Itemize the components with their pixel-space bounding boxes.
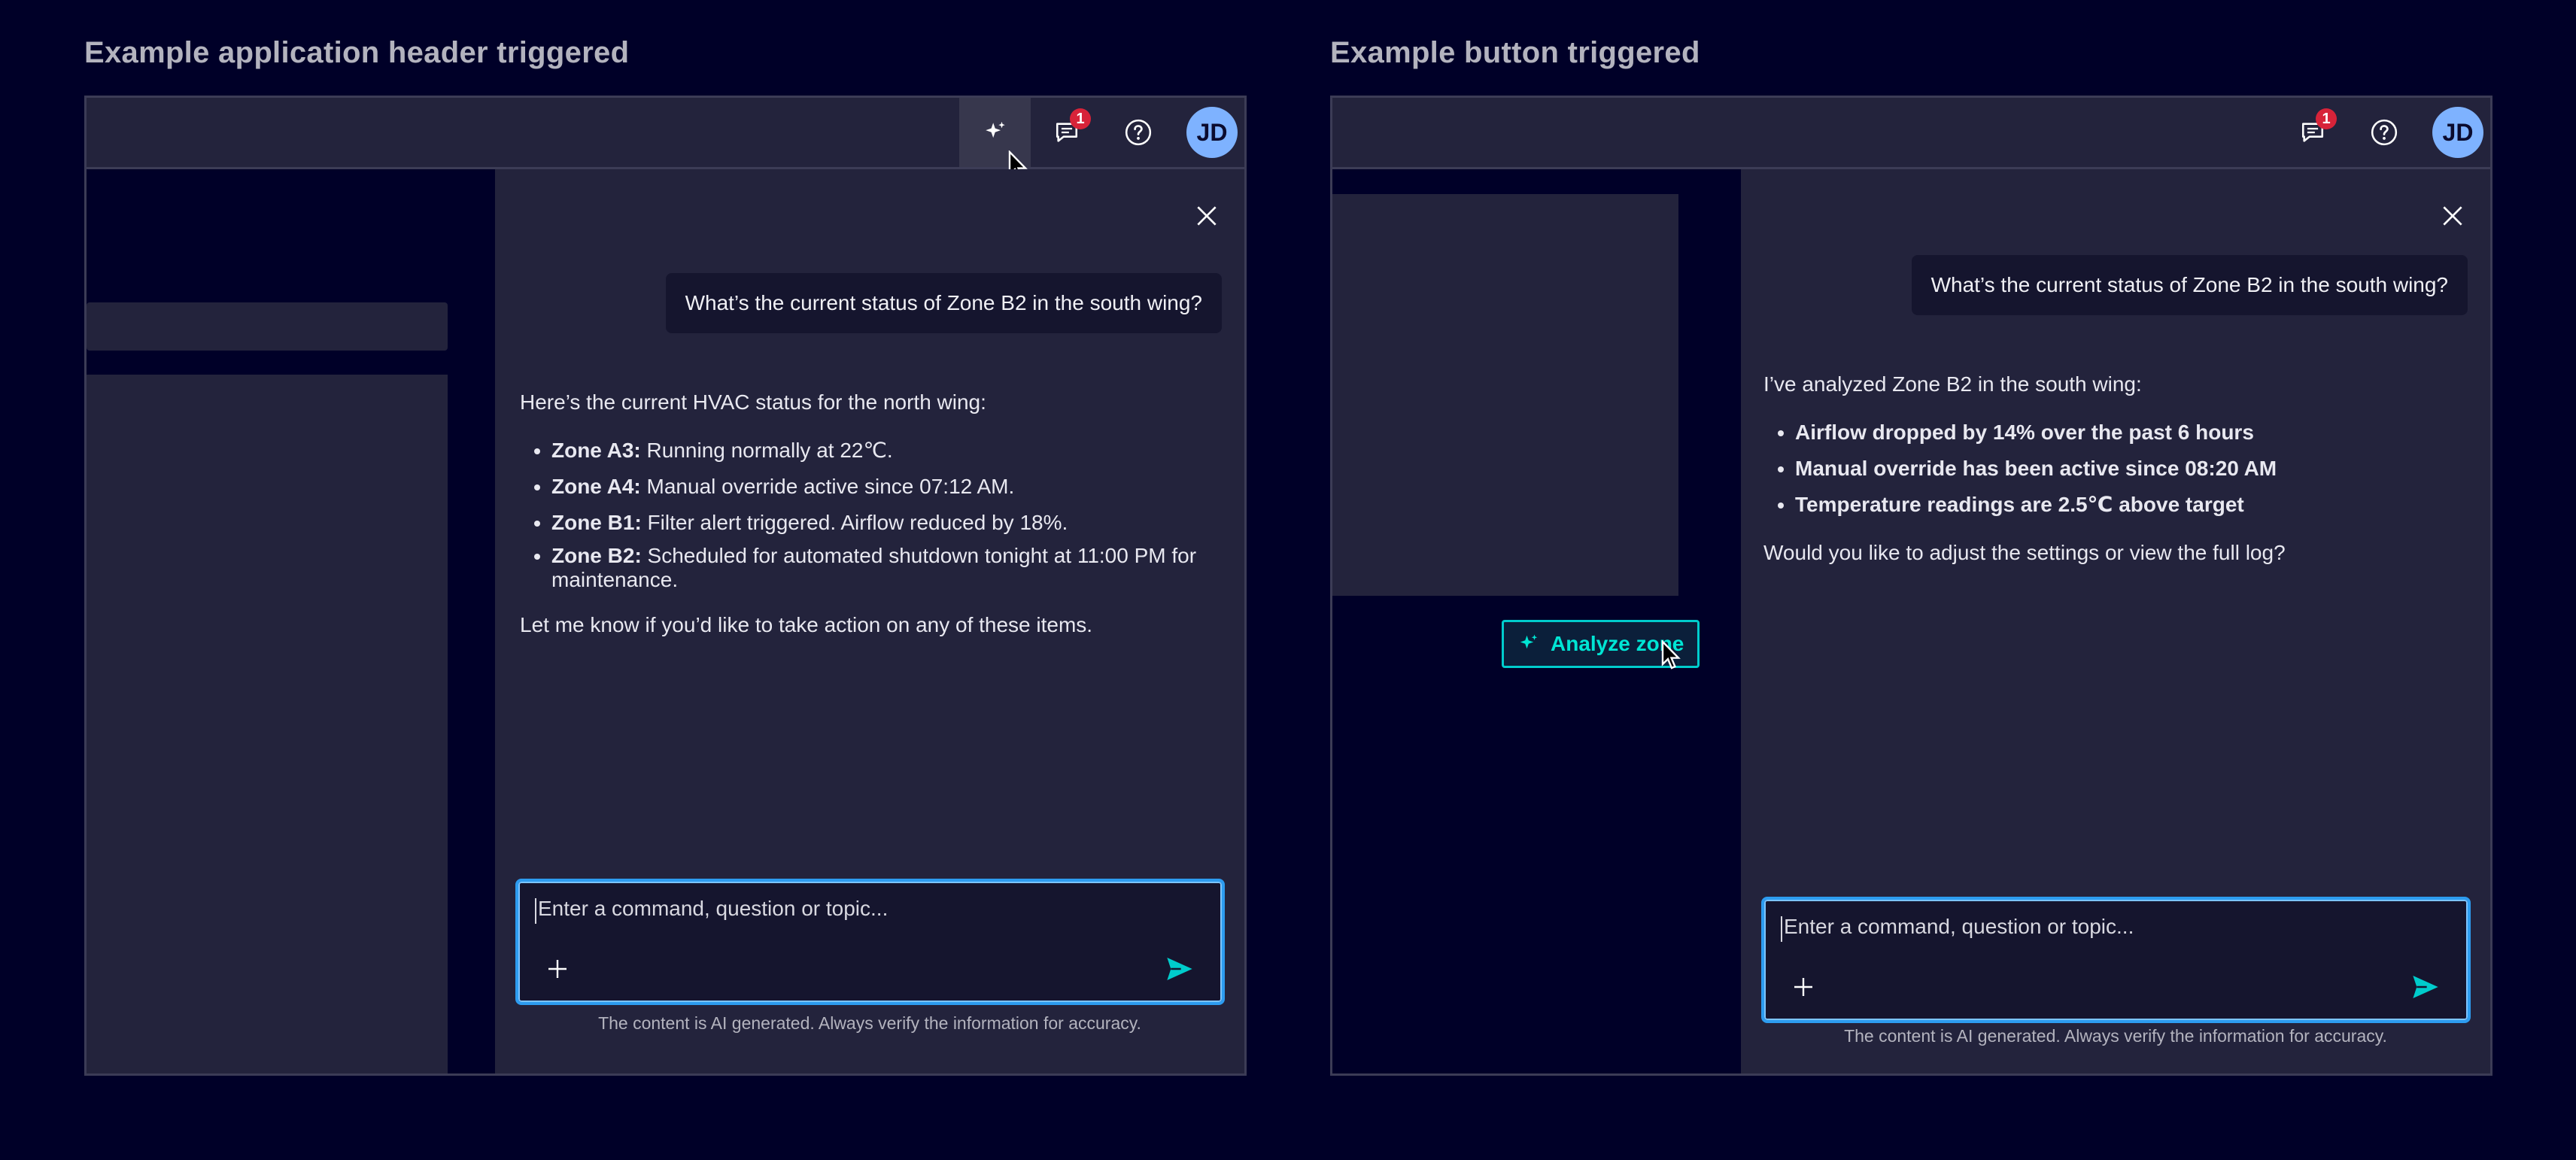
composer-placeholder: Enter a command, question or topic... (1784, 915, 2134, 938)
list-item: Airflow dropped by 14% over the past 6 h… (1795, 418, 2463, 448)
close-icon[interactable] (1192, 201, 1222, 231)
chat-composer[interactable]: Enter a command, question or topic... (515, 879, 1225, 1005)
notification-badge: 1 (1070, 108, 1091, 129)
placeholder-bar (87, 302, 448, 351)
notifications-button[interactable]: 1 (1031, 98, 1102, 167)
ai-sparkle-icon (985, 121, 1005, 138)
list-item: Zone A3: Running normally at 22℃. (551, 436, 1220, 466)
help-icon (1125, 119, 1151, 146)
send-icon[interactable] (2410, 972, 2441, 1002)
help-icon (2371, 119, 2397, 146)
ai-analysis-list: Airflow dropped by 14% over the past 6 h… (1795, 418, 2463, 520)
right-example-frame: 1 JD Analyze zone What’s the current sta… (1330, 96, 2492, 1076)
text-caret (1781, 916, 1782, 942)
ai-outro: Let me know if you’d like to take action… (520, 613, 1093, 636)
placeholder-content (87, 375, 448, 1073)
list-item: Manual override has been active since 08… (1795, 454, 2463, 484)
user-avatar[interactable]: JD (2432, 107, 2483, 158)
user-avatar[interactable]: JD (1186, 107, 1238, 158)
user-message: What’s the current status of Zone B2 in … (1911, 255, 2468, 315)
notifications-button[interactable]: 1 (2277, 98, 2348, 167)
help-button[interactable] (2348, 98, 2420, 167)
list-item: Zone B2: Scheduled for automated shutdow… (551, 544, 1220, 592)
placeholder-card (1332, 194, 1678, 596)
app-header: 1 JD (1332, 98, 2490, 169)
ai-intro: Here’s the current HVAC status for the n… (520, 390, 986, 414)
list-item: Zone A4: Manual override active since 07… (551, 472, 1220, 502)
right-section-title: Example button triggered (1330, 36, 1700, 69)
notification-badge: 1 (2316, 108, 2337, 129)
ai-intro: I’ve analyzed Zone B2 in the south wing: (1763, 372, 2142, 396)
plus-icon[interactable] (1791, 975, 1815, 999)
ai-disclaimer: The content is AI generated. Always veri… (598, 1013, 1141, 1033)
app-header: 1 JD (87, 98, 1244, 169)
left-section-title: Example application header triggered (84, 36, 630, 69)
ai-outro: Would you like to adjust the settings or… (1763, 541, 2286, 564)
list-item: Zone B1: Filter alert triggered. Airflow… (551, 508, 1220, 538)
ai-response: Here’s the current HVAC status for the n… (520, 387, 1220, 658)
composer-placeholder: Enter a command, question or topic... (538, 897, 889, 920)
ai-sparkle-icon (1520, 634, 1538, 649)
text-caret (535, 898, 536, 924)
ai-disclaimer: The content is AI generated. Always veri… (1844, 1026, 2387, 1046)
ai-chat-panel: What’s the current status of Zone B2 in … (1741, 169, 2490, 1073)
send-icon[interactable] (1165, 954, 1195, 984)
plus-icon[interactable] (545, 957, 570, 981)
ai-status-list: Zone A3: Running normally at 22℃. Zone A… (551, 436, 1220, 592)
help-button[interactable] (1102, 98, 1174, 167)
left-example-frame: 1 JD What’s the current status of Zone B… (84, 96, 1247, 1076)
ai-response: I’ve analyzed Zone B2 in the south wing:… (1763, 369, 2463, 586)
ai-chat-panel: What’s the current status of Zone B2 in … (495, 169, 1244, 1073)
close-icon[interactable] (2438, 201, 2468, 231)
list-item: Temperature readings are 2.5℃ above targ… (1795, 490, 2463, 520)
cursor-icon (1661, 640, 1681, 670)
chat-composer[interactable]: Enter a command, question or topic... (1761, 897, 2471, 1023)
user-message: What’s the current status of Zone B2 in … (665, 273, 1222, 333)
